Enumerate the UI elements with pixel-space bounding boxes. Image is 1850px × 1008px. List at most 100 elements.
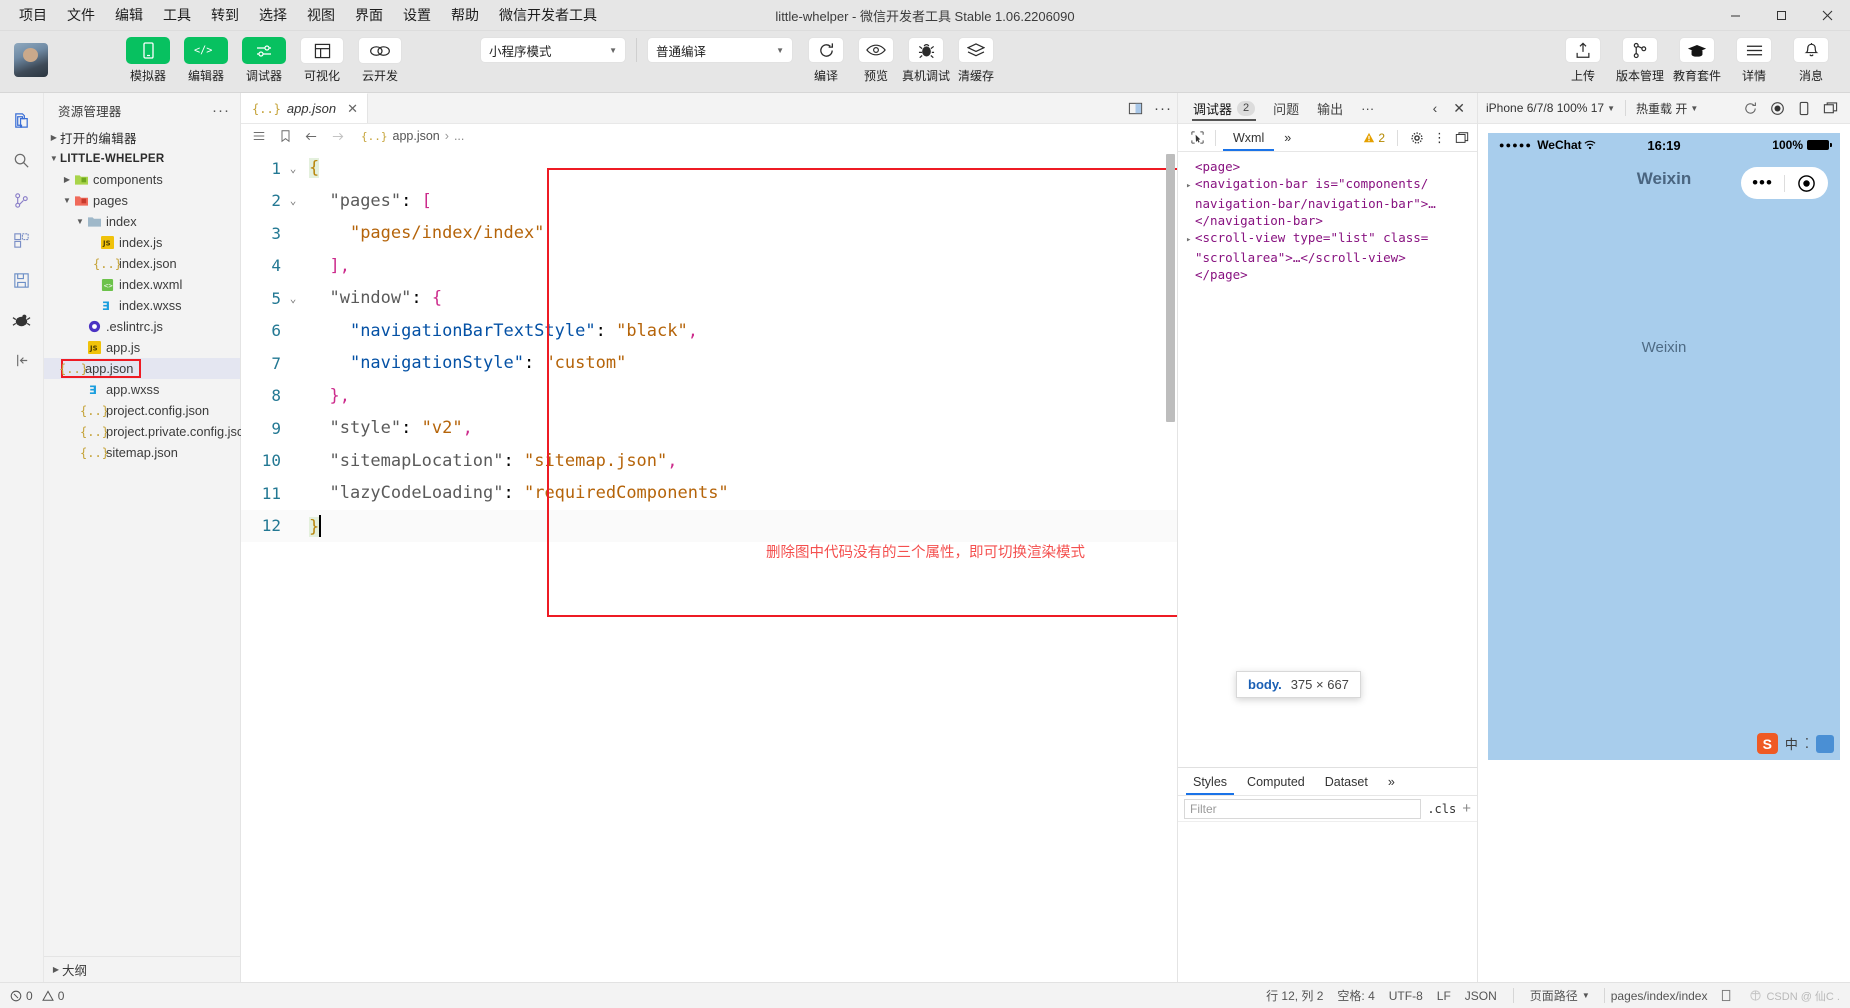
explorer-icon[interactable] — [2, 101, 42, 139]
dom-node[interactable]: </navigation-bar> — [1186, 212, 1469, 229]
scrollbar-thumb[interactable] — [1166, 154, 1175, 422]
debugger-subtab-1[interactable]: » — [1274, 124, 1301, 151]
close-icon[interactable]: ✕ — [1447, 100, 1471, 117]
code-line[interactable]: 5 ⌄ "window": { — [241, 282, 1177, 315]
file-tree-item[interactable]: Ǝindex.wxss — [44, 295, 240, 316]
compile-type-select[interactable]: 普通编译 ▼ — [647, 37, 793, 63]
code-line[interactable]: 11 "lazyCodeLoading": "requiredComponent… — [241, 477, 1177, 510]
menu-item-0[interactable]: 项目 — [10, 1, 56, 29]
styles-tab-0[interactable]: Styles — [1184, 768, 1236, 795]
code-editor[interactable]: 1 ⌄{2 ⌄ "pages": [3 "pages/index/index" 4 ]… — [241, 148, 1177, 982]
menu-item-7[interactable]: 界面 — [346, 1, 392, 29]
dom-node[interactable]: ▸ <scroll-view type="list" class= — [1186, 229, 1469, 249]
project-root-row[interactable]: ▼ LITTLE-WHELPER — [44, 148, 240, 169]
capsule-button[interactable]: ••• — [1741, 167, 1828, 199]
hot-reload-select[interactable]: 热重载 开 ▼ — [1636, 100, 1698, 117]
code-line[interactable]: 2 ⌄ "pages": [ — [241, 185, 1177, 218]
close-icon[interactable]: ✕ — [347, 101, 358, 117]
styles-filter-input[interactable]: Filter — [1184, 798, 1422, 819]
right-button-1[interactable]: 版本管理 — [1615, 37, 1665, 84]
minimize-button[interactable] — [1712, 0, 1758, 31]
eol-status[interactable]: LF — [1437, 989, 1451, 1003]
gear-icon[interactable] — [1410, 131, 1424, 145]
code-line[interactable]: 4 ], — [241, 250, 1177, 283]
file-tree-item[interactable]: {..} index.json — [44, 253, 240, 274]
debugger-tab-0[interactable]: 调试器 2 — [1184, 93, 1264, 124]
fold-icon[interactable]: ⌄ — [281, 292, 305, 305]
forward-arrow-icon[interactable] — [329, 130, 345, 143]
ime-panel-icon[interactable] — [1816, 734, 1834, 753]
collapse-icon[interactable] — [2, 341, 42, 379]
dom-node[interactable]: "scrollarea">…</scroll-view> — [1186, 249, 1469, 266]
file-tree-item[interactable]: JS index.js — [44, 232, 240, 253]
device-select[interactable]: iPhone 6/7/8 100% 17 ▼ — [1486, 101, 1615, 115]
file-tree-item[interactable]: ▼ pages — [44, 190, 240, 211]
action-button-2[interactable]: 真机调试 — [902, 37, 950, 84]
file-tree-item[interactable]: Ǝapp.wxss — [44, 379, 240, 400]
warning-indicator[interactable]: 0 — [41, 989, 64, 1003]
file-tree-item[interactable]: {..} sitemap.json — [44, 442, 240, 463]
line-col-status[interactable]: 行 12, 列 2 — [1266, 987, 1323, 1004]
menu-item-2[interactable]: 编辑 — [106, 1, 152, 29]
cls-button[interactable]: .cls — [1427, 802, 1456, 816]
menu-item-1[interactable]: 文件 — [58, 1, 104, 29]
page-path-label[interactable]: 页面路径 — [1530, 987, 1578, 1004]
breadcrumb-path[interactable]: {..} app.json › ... — [361, 129, 464, 143]
kebab-icon[interactable]: ⋮ — [1433, 131, 1446, 144]
outline-section[interactable]: ▶ 大纲 — [44, 956, 240, 982]
file-tree-item[interactable]: {..} project.config.json — [44, 400, 240, 421]
action-button-3[interactable]: 清缓存 — [953, 37, 999, 84]
code-line[interactable]: 6 "navigationBarTextStyle": "black", — [241, 315, 1177, 348]
split-editor-icon[interactable] — [1121, 93, 1149, 123]
encoding-status[interactable]: UTF-8 — [1389, 989, 1423, 1003]
save-icon[interactable] — [2, 261, 42, 299]
expand-arrow-icon[interactable]: ▸ — [1186, 232, 1195, 249]
copy-icon[interactable] — [1721, 989, 1733, 1002]
file-tree-item[interactable]: <> index.wxml — [44, 274, 240, 295]
device-icon[interactable] — [1797, 101, 1811, 116]
maximize-button[interactable] — [1758, 0, 1804, 31]
ime-mode-label[interactable]: 中 — [1785, 734, 1798, 753]
search-icon[interactable] — [2, 141, 42, 179]
extensions-icon[interactable] — [2, 221, 42, 259]
menu-item-6[interactable]: 视图 — [298, 1, 344, 29]
styles-tab-3[interactable]: » — [1379, 768, 1404, 795]
expand-arrow-icon[interactable]: ▸ — [1186, 178, 1195, 195]
file-tree-item[interactable]: JS app.js — [44, 337, 240, 358]
code-line[interactable]: 10 "sitemapLocation": "sitemap.json", — [241, 445, 1177, 478]
list-icon[interactable] — [251, 129, 267, 143]
menu-item-9[interactable]: 帮助 — [442, 1, 488, 29]
dom-node[interactable]: </page> — [1186, 266, 1469, 283]
rotate-icon[interactable] — [1743, 101, 1758, 116]
menu-item-8[interactable]: 设置 — [394, 1, 440, 29]
file-tree-item[interactable]: ▼ index — [44, 211, 240, 232]
record-icon[interactable] — [1770, 101, 1785, 116]
more-actions-icon[interactable]: ··· — [1149, 93, 1177, 123]
warning-count[interactable]: 2 — [1363, 131, 1385, 145]
source-control-icon[interactable] — [2, 181, 42, 219]
debugger-tab-2[interactable]: 输出 — [1308, 93, 1352, 124]
close-button[interactable] — [1804, 0, 1850, 31]
menu-item-10[interactable]: 微信开发者工具 — [490, 1, 606, 29]
editor-scrollbar[interactable] — [1163, 148, 1177, 982]
dock-icon[interactable] — [1455, 131, 1469, 145]
target-icon[interactable] — [1785, 174, 1828, 193]
explorer-more-icon[interactable]: ··· — [212, 102, 230, 119]
file-tree-item[interactable]: {..} project.private.config.json — [44, 421, 251, 442]
capsule-dots-icon[interactable]: ••• — [1741, 174, 1784, 191]
mode-button-4[interactable]: 云开发 — [354, 37, 406, 84]
dom-node[interactable]: <page> — [1186, 158, 1469, 175]
debugger-tab-3[interactable]: ··· — [1352, 93, 1383, 124]
code-line[interactable]: 9 "style": "v2", — [241, 412, 1177, 445]
code-line[interactable]: 12} — [241, 509, 1177, 542]
code-line[interactable]: 3 "pages/index/index" — [241, 217, 1177, 250]
sogou-icon[interactable]: S — [1756, 733, 1778, 754]
language-status[interactable]: JSON — [1465, 989, 1497, 1003]
debug-icon[interactable] — [2, 301, 42, 339]
code-line[interactable]: 8 }, — [241, 380, 1177, 413]
fold-icon[interactable]: ⌄ — [281, 194, 305, 207]
right-button-2[interactable]: 教育套件 — [1672, 37, 1722, 84]
debugger-tab-1[interactable]: 问题 — [1264, 93, 1308, 124]
mode-button-0[interactable]: 模拟器 — [122, 37, 174, 84]
right-button-0[interactable]: 上传 — [1558, 37, 1608, 84]
